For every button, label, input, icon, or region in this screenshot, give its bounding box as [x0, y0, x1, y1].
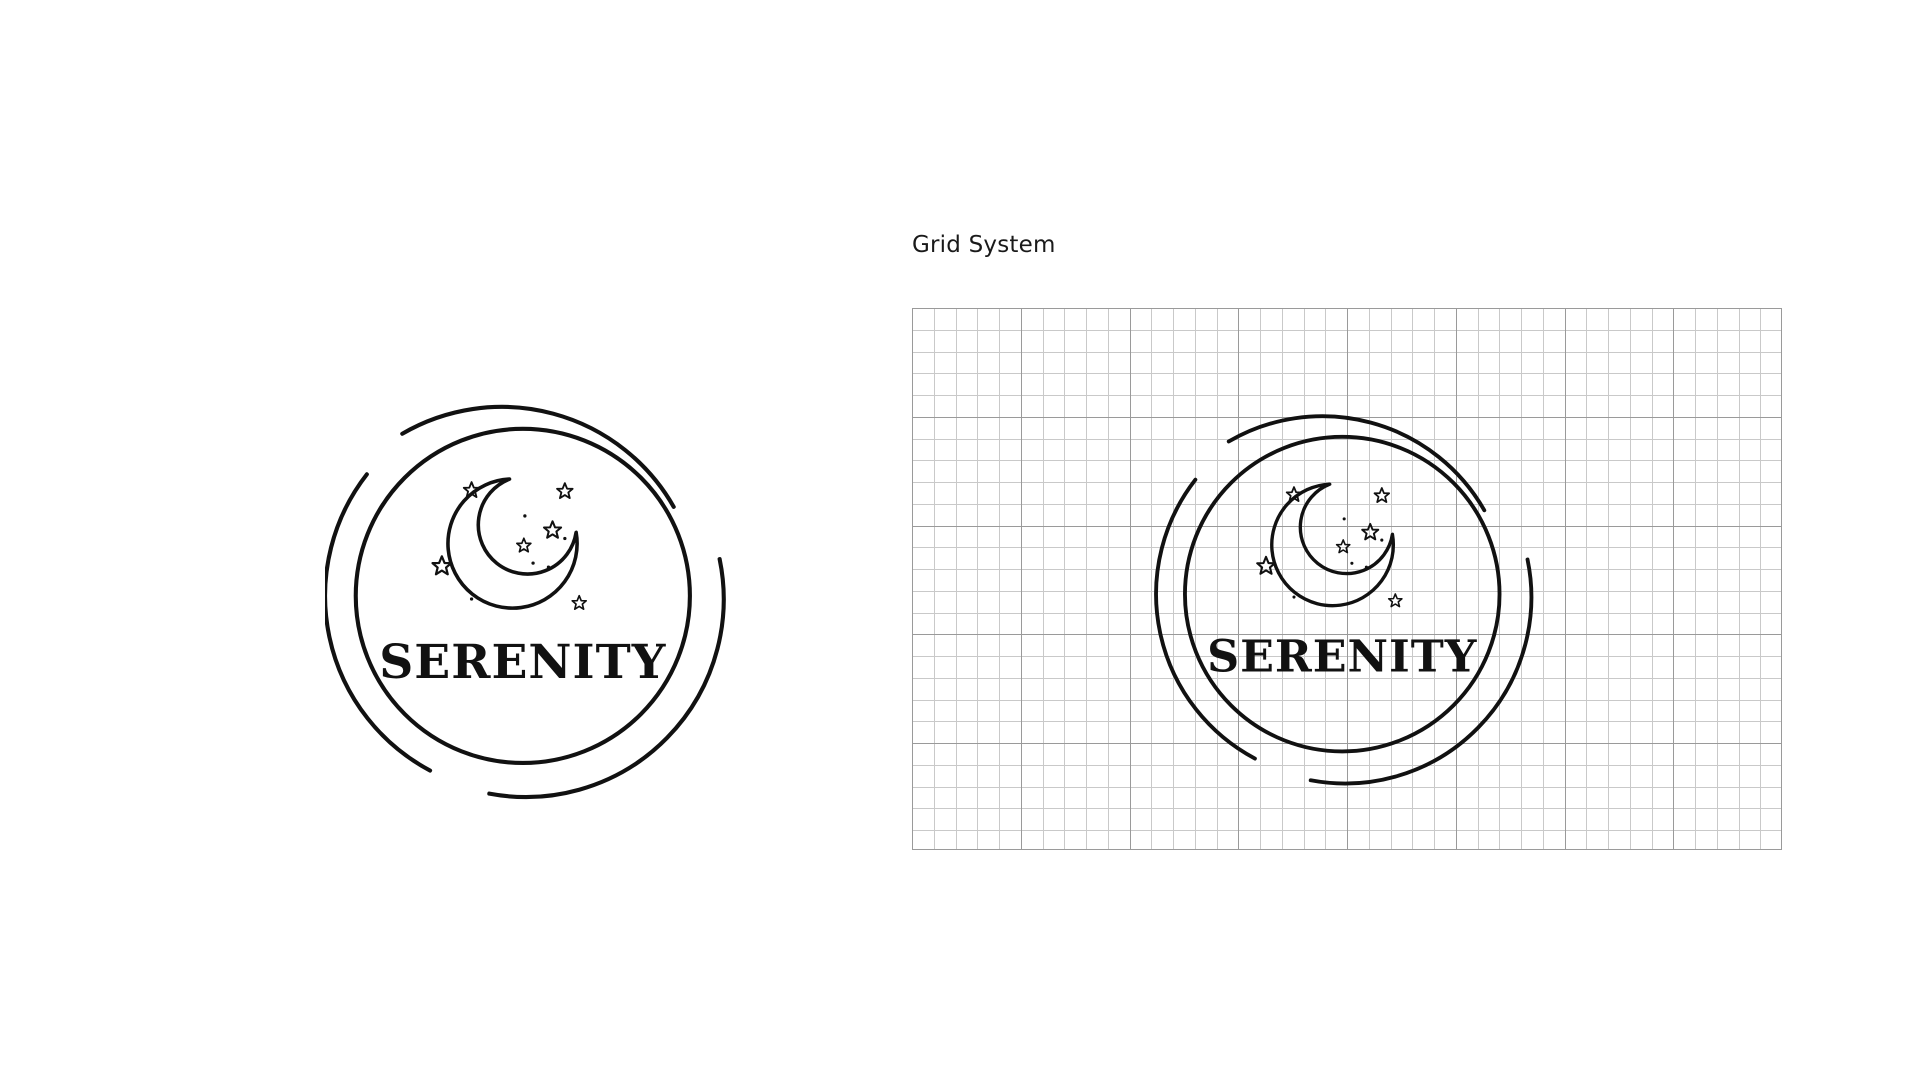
star-icon [542, 520, 563, 539]
star-icon [556, 482, 574, 500]
grid-lines-major [912, 308, 1782, 850]
logo-mark: SERENITY [323, 404, 726, 800]
outer-ring-arc-left [323, 472, 433, 773]
grid-system-panel: SERENITY [912, 308, 1782, 850]
star-icon [571, 594, 588, 610]
star-icon [1387, 593, 1403, 608]
outer-ring-arc-top [400, 404, 676, 509]
serenity-logo: SERENITY [323, 395, 735, 805]
outer-ring [1154, 414, 1534, 786]
outer-ring [323, 404, 726, 800]
inner-circle [353, 426, 692, 766]
logo-wordmark: SERENITY [379, 635, 666, 690]
sparkle-dots [469, 514, 567, 601]
logo-wordmark: SERENITY [1207, 630, 1478, 682]
section-title: Grid System [912, 232, 1056, 258]
star-icon [1285, 486, 1303, 502]
grid-canvas: SERENITY [912, 308, 1782, 850]
crescent-moon-icon [1270, 482, 1395, 608]
crescent-moon-icon [446, 477, 579, 610]
serenity-logo-on-grid: SERENITY [1154, 414, 1534, 786]
star-icon [462, 481, 481, 499]
star-icon [1373, 487, 1391, 503]
inner-circle [1183, 434, 1502, 754]
star-icon [516, 537, 532, 553]
